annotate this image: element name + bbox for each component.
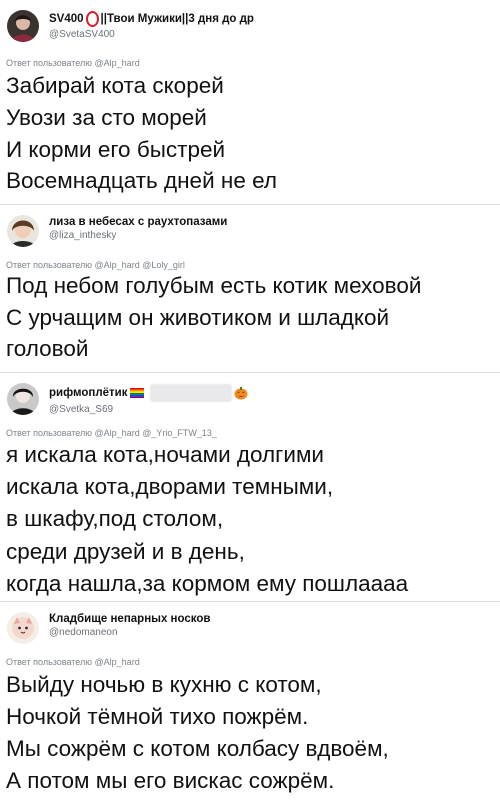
reply-mentions[interactable]: @Alp_hard [95, 657, 140, 667]
tweet-header: лиза в небесах с раухтопазами @liza_inth… [7, 215, 227, 247]
tweet[interactable]: рифмоплётик @Svetka_S69 Ответ пользовате… [0, 373, 500, 602]
text-line: Выйду ночью в кухню с котом, [6, 672, 322, 697]
text-line: в шкафу,под столом, [6, 506, 224, 532]
reply-to-line: Ответ пользователю @Alp_hard [6, 657, 140, 667]
text-line: Восемнадцать дней не ел [6, 168, 277, 194]
jack-o-lantern-icon [234, 387, 247, 400]
avatar[interactable] [7, 612, 39, 644]
tweet-header: SV400 ||Твои Мужики||3 дня до др @SvetaS… [7, 10, 254, 42]
rainbow-flag-icon [129, 388, 144, 398]
text-line: А потом мы его вискас сожрём. [6, 768, 335, 793]
text-line: среди друзей и в день, [6, 538, 245, 564]
author-handle[interactable]: @nedomaneon [49, 627, 210, 638]
author-name[interactable]: Кладбище непарных носков [49, 613, 210, 625]
tweet-feed: SV400 ||Твои Мужики||3 дня до др @SvetaS… [0, 0, 500, 804]
reply-mentions[interactable]: @Alp_hard @_Yrio_FTW_13_ [95, 428, 217, 438]
author-handle[interactable]: @SvetaSV400 [49, 29, 254, 40]
text-line: Под небом голубым есть котик меховой [6, 273, 422, 298]
reply-to-line: Ответ пользователю @Alp_hard @_Yrio_FTW_… [6, 428, 217, 438]
text-line: искала кота,дворами темными, [6, 474, 334, 500]
tweet-text: я искала кота,ночами долгими искала кота… [6, 439, 490, 600]
reply-to-line: Ответ пользователю @Alp_hard [6, 58, 140, 68]
text-line: когда нашла,за кормом ему пошлаааа [6, 570, 409, 596]
reply-mentions[interactable]: @Alp_hard [95, 58, 140, 68]
author-handle[interactable]: @Svetka_S69 [49, 404, 248, 415]
text-line: Увози за сто морей [6, 104, 207, 130]
tweet-header: Кладбище непарных носков @nedomaneon [7, 612, 210, 644]
author-name[interactable]: рифмоплётик [49, 384, 248, 402]
avatar-icon [7, 10, 39, 42]
avatar[interactable] [7, 215, 39, 247]
author-name[interactable]: SV400 ||Твои Мужики||3 дня до др [49, 11, 254, 27]
text-line: И корми его быстрей [6, 136, 226, 162]
blurred-name-part [149, 384, 232, 402]
text-line: С урчащим он животиком и шладкой [6, 304, 390, 330]
red-ring-icon [85, 11, 99, 27]
text-line: Забирай кота скорей [6, 73, 224, 98]
reply-to-line: Ответ пользователю @Alp_hard @Loly_girl [6, 260, 185, 270]
text-line: я искала кота,ночами долгими [6, 442, 324, 467]
tweet-text: Забирай кота скорей Увози за сто морей И… [6, 70, 490, 197]
tweet[interactable]: SV400 ||Твои Мужики||3 дня до др @SvetaS… [0, 0, 500, 205]
author-handle[interactable]: @liza_inthesky [49, 230, 227, 241]
avatar[interactable] [7, 10, 39, 42]
tweet[interactable]: лиза в небесах с раухтопазами @liza_inth… [0, 205, 500, 373]
tweet-text: Под небом голубым есть котик меховой С у… [6, 270, 490, 365]
avatar-icon [7, 612, 39, 644]
text-line: Мы сожрём с котом колбасу вдвоём, [6, 736, 389, 761]
avatar-icon [7, 215, 39, 247]
avatar-icon [7, 383, 39, 415]
text-line: головой [6, 336, 89, 361]
tweet[interactable]: Кладбище непарных носков @nedomaneon Отв… [0, 602, 500, 804]
tweet-text: Выйду ночью в кухню с котом, Ночкой тёмн… [6, 669, 490, 797]
text-line: Ночкой тёмной тихо пожрём. [6, 704, 309, 729]
author-name[interactable]: лиза в небесах с раухтопазами [49, 216, 227, 228]
tweet-header: рифмоплётик @Svetka_S69 [7, 383, 248, 415]
avatar[interactable] [7, 383, 39, 415]
reply-mentions[interactable]: @Alp_hard @Loly_girl [95, 260, 185, 270]
